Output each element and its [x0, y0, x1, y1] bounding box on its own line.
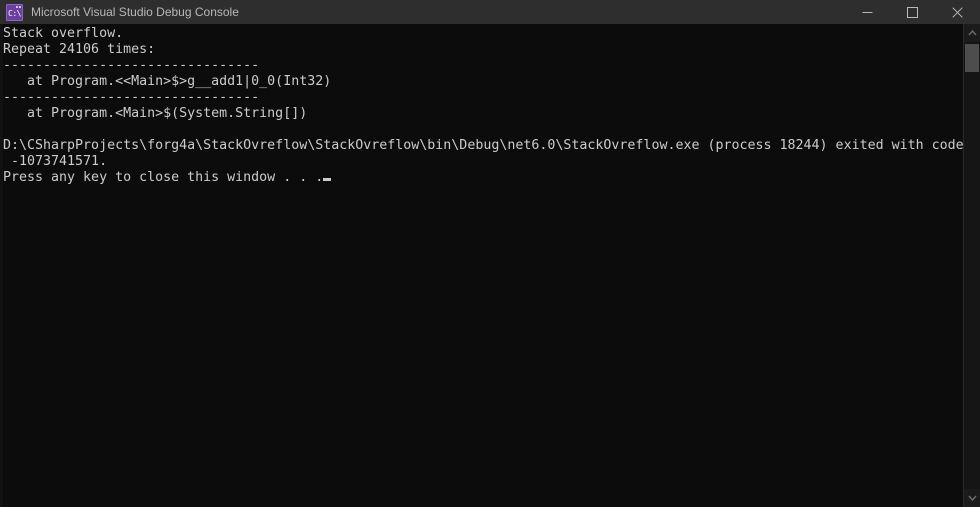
chevron-up-icon	[967, 30, 977, 36]
titlebar-left: C:\ Microsoft Visual Studio Debug Consol…	[0, 3, 845, 21]
console-line: Stack overflow.	[3, 26, 124, 41]
scroll-up-arrow[interactable]	[964, 24, 980, 42]
maximize-button[interactable]	[890, 0, 935, 24]
close-icon	[952, 6, 963, 18]
console-icon-glyph: C:\	[8, 8, 21, 18]
console-line: --------------------------------	[3, 90, 260, 105]
console-line: --------------------------------	[3, 58, 260, 73]
scrollbar-track[interactable]	[964, 42, 980, 489]
console-icon-dots	[16, 5, 21, 8]
console-line-exit-code: -1073741571.	[3, 154, 108, 169]
console-line: at Program.<Main>$(System.String[])	[3, 106, 308, 121]
debug-console-window: C:\ Microsoft Visual Studio Debug Consol…	[0, 0, 980, 507]
console-line: at Program.<<Main>$>g__add1|0_0(Int32)	[3, 74, 332, 89]
console-prompt-text: Press any key to close this window . . .	[3, 170, 324, 185]
console-line-prompt: Press any key to close this window . . .	[3, 170, 963, 186]
console-line: Repeat 24106 times:	[3, 42, 156, 57]
close-button[interactable]	[935, 0, 980, 24]
window-title: Microsoft Visual Studio Debug Console	[31, 5, 239, 19]
console-line-exit-path: D:\CSharpProjects\forg4a\StackOvreflow\S…	[3, 138, 963, 153]
console-scrollbar[interactable]	[963, 24, 980, 507]
minimize-icon	[862, 11, 873, 13]
chevron-down-icon	[967, 495, 977, 501]
titlebar[interactable]: C:\ Microsoft Visual Studio Debug Consol…	[0, 0, 980, 24]
console-app-icon: C:\	[6, 3, 23, 21]
console-area[interactable]: Stack overflow. Repeat 24106 times: ----…	[0, 24, 980, 507]
console-cursor	[323, 178, 332, 181]
scrollbar-thumb[interactable]	[965, 44, 979, 72]
minimize-button[interactable]	[845, 0, 890, 24]
scroll-down-arrow[interactable]	[964, 489, 980, 507]
maximize-icon	[907, 6, 918, 18]
console-output[interactable]: Stack overflow. Repeat 24106 times: ----…	[3, 24, 963, 507]
window-controls	[845, 0, 980, 24]
